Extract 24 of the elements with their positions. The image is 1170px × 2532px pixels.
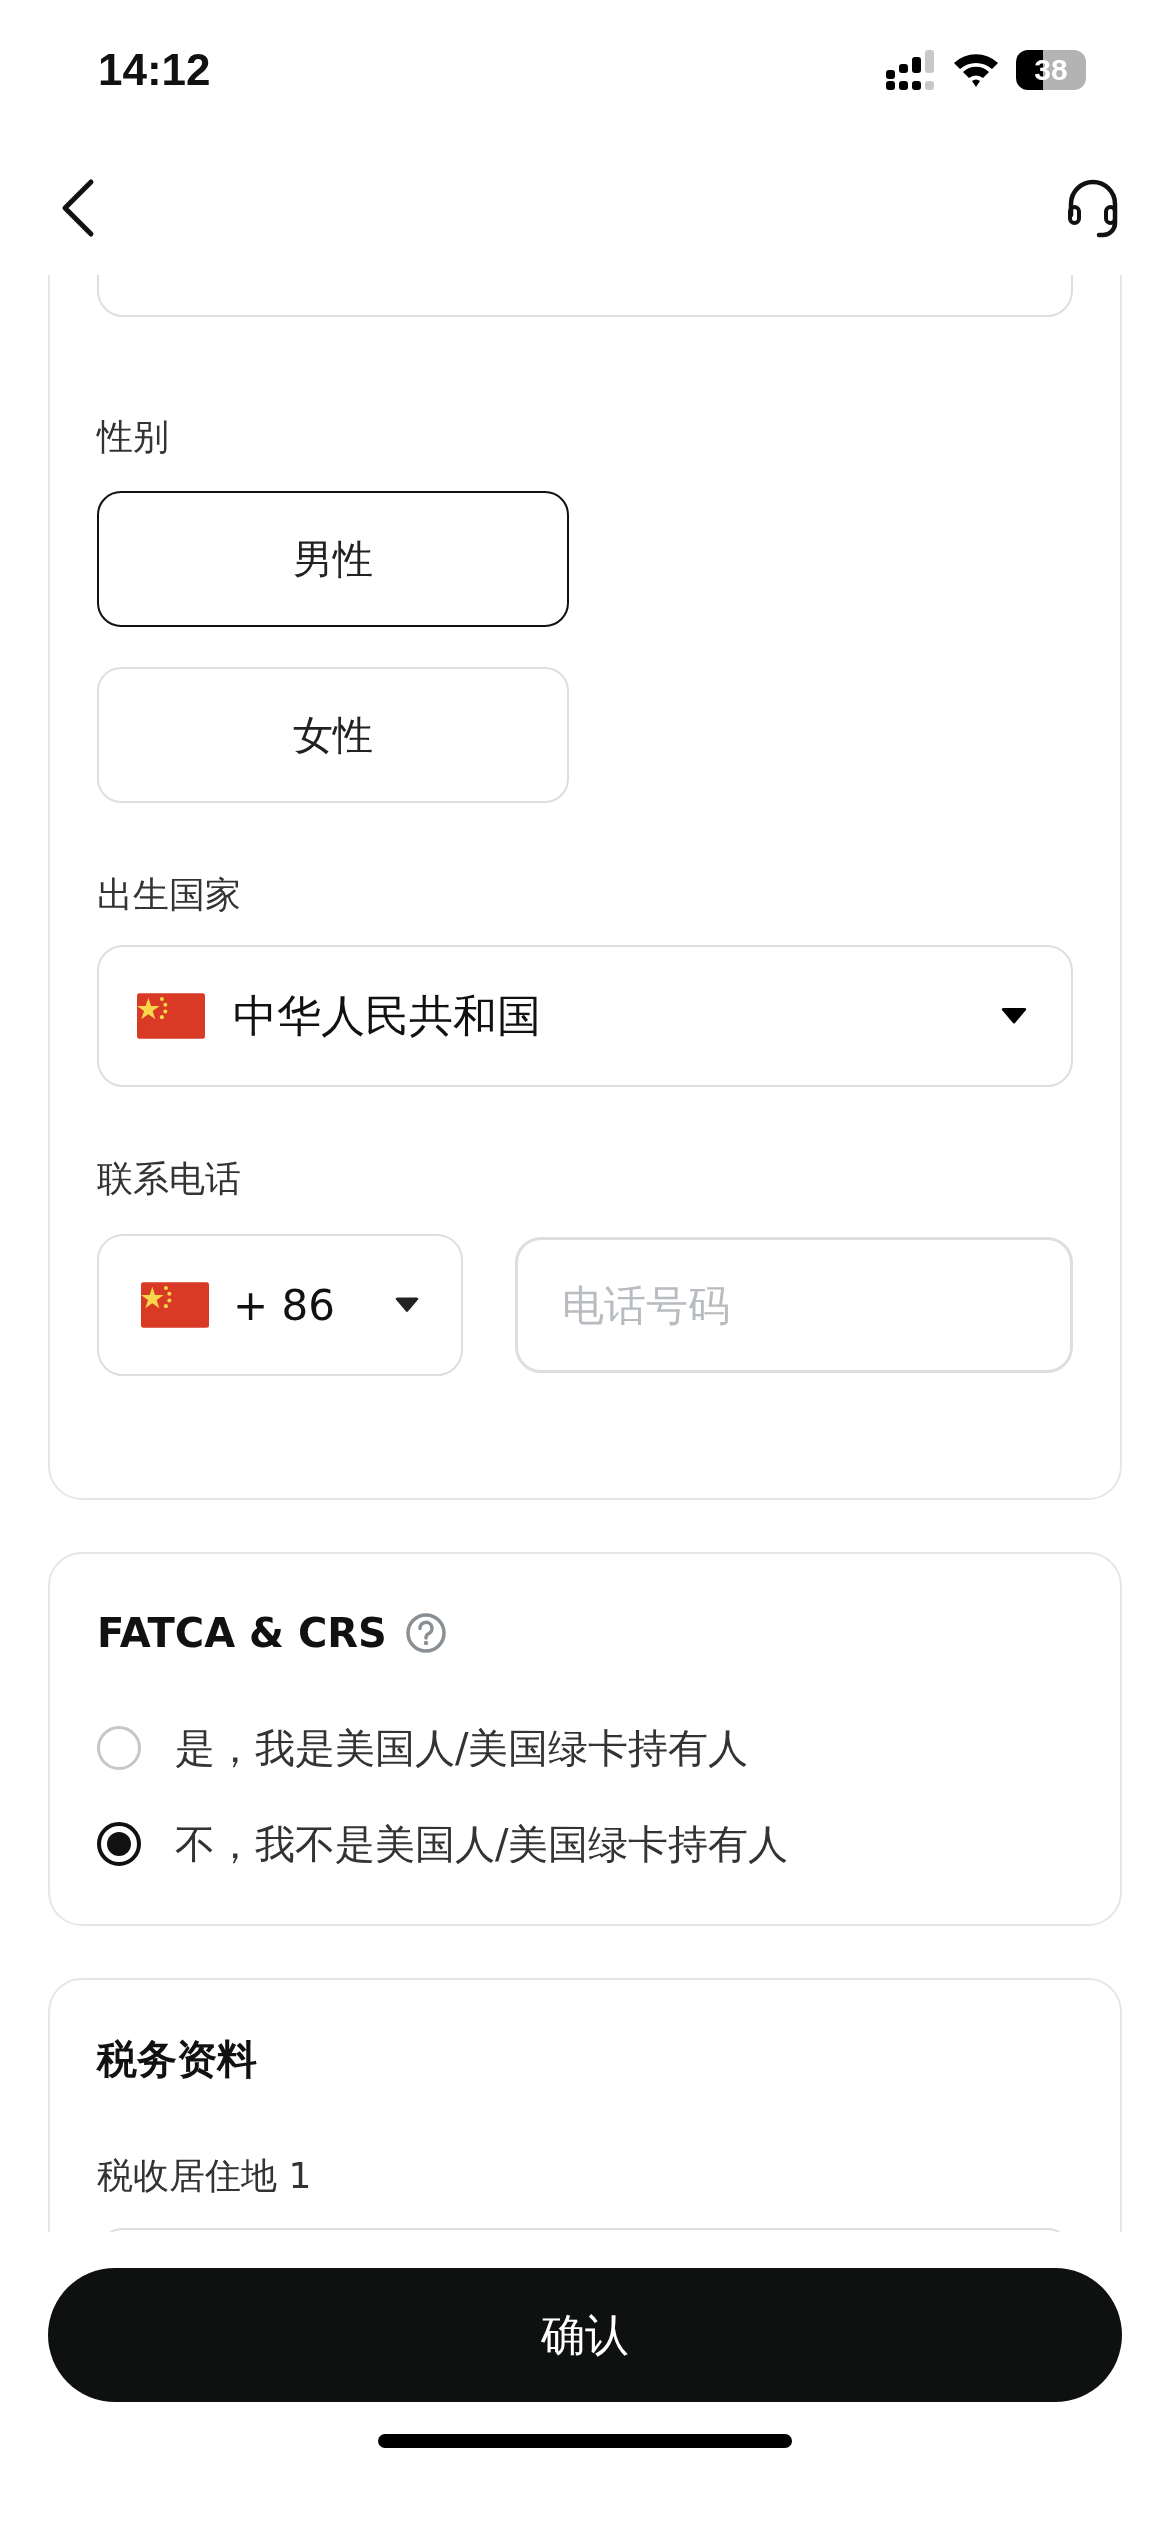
radio-label: 不，我不是美国人/美国绿卡持有人 (175, 1819, 789, 1869)
phone-label: 联系电话 (97, 1159, 242, 1199)
help-icon[interactable] (404, 1612, 447, 1654)
flag-icon (137, 990, 205, 1042)
radio-button[interactable] (97, 1822, 141, 1866)
back-button[interactable] (60, 177, 96, 238)
tax-residence-label: 税收居住地 1 (97, 2156, 313, 2196)
confirm-button[interactable]: 确认 (48, 2268, 1122, 2402)
section-title: FATCA & CRS (97, 1609, 387, 1658)
flag-icon (141, 1279, 209, 1331)
gender-option[interactable]: 女性 (97, 667, 569, 803)
wifi-icon (952, 51, 1000, 89)
country-code-select[interactable]: + 86 (97, 1234, 463, 1376)
caret-icon (395, 1297, 419, 1313)
phone-number-field[interactable]: 电话号码 (515, 1237, 1073, 1373)
signal-icon (886, 50, 936, 90)
gender-label: 性别 (97, 417, 170, 457)
caret-icon (1001, 1008, 1027, 1024)
country-select[interactable]: 中华人民共和国 (97, 945, 1073, 1087)
status-time: 14:12 (98, 45, 211, 95)
gender-option[interactable]: 男性 (97, 491, 569, 627)
radio-label: 是，我是美国人/美国绿卡持有人 (175, 1723, 749, 1773)
birth-country-label: 出生国家 (97, 875, 242, 915)
section-title: 税务资料 (97, 2035, 258, 2084)
